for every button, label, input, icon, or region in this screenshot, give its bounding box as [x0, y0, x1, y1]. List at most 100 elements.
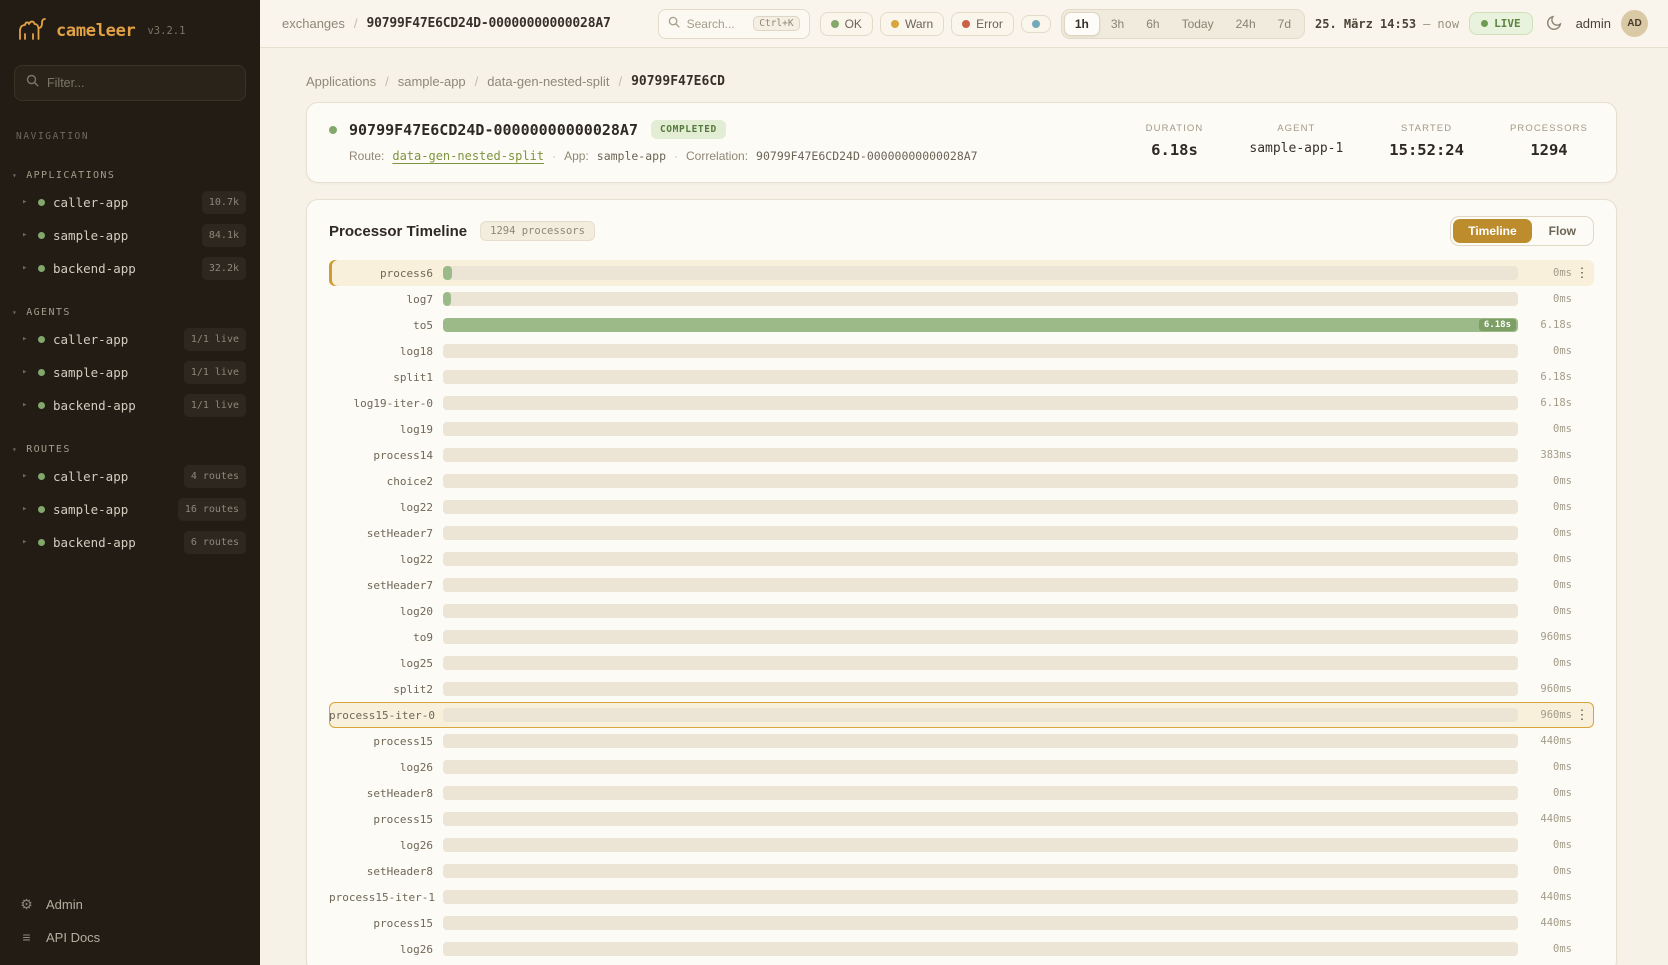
timeline-row-setheader8[interactable]: setHeader8 0ms ⋮	[329, 780, 1594, 806]
route-link[interactable]: data-gen-nested-split	[392, 149, 544, 163]
filter-chip-error[interactable]: Error	[951, 12, 1014, 36]
timeline-row-process15-iter-0[interactable]: process15-iter-0 960ms ⋮	[329, 702, 1594, 728]
main-column: exchanges / 90799F47E6CD24D-000000000000…	[260, 0, 1668, 965]
global-search-input[interactable]	[687, 17, 747, 31]
exchange-status-dot	[329, 126, 337, 134]
sidebar-item-label: caller-app	[53, 467, 128, 486]
processor-duration: 440ms	[1518, 891, 1572, 903]
sidebar-footer-api-docs[interactable]: ≡ API Docs	[16, 921, 244, 953]
timeline-row-split2[interactable]: split2 960ms ⋮	[329, 676, 1594, 702]
sidebar-item-caller-app[interactable]: ▸ caller-app 10.7k	[0, 186, 260, 219]
sidebar-section-header[interactable]: ▾ APPLICATIONS	[0, 164, 260, 186]
timeline-row-log25[interactable]: log25 0ms ⋮	[329, 650, 1594, 676]
breadcrumb-applications[interactable]: Applications	[306, 74, 376, 89]
processor-duration: 0ms	[1518, 657, 1572, 669]
time-range-3h[interactable]: 3h	[1100, 12, 1135, 36]
filter-chip-ok[interactable]: OK	[820, 12, 873, 36]
processor-name: process15-iter-0	[329, 709, 443, 722]
view-flow[interactable]: Flow	[1534, 219, 1591, 243]
search-shortcut: Ctrl+K	[753, 16, 799, 31]
stat-label: PROCESSORS	[1510, 123, 1588, 134]
time-range-7d[interactable]: 7d	[1267, 12, 1302, 36]
sidebar-item-label: sample-app	[53, 226, 128, 245]
timeline-row-log22[interactable]: log22 0ms ⋮	[329, 494, 1594, 520]
sidebar-item-label: backend-app	[53, 259, 136, 278]
timeline-row-to9[interactable]: to9 960ms ⋮	[329, 624, 1594, 650]
timeline-row-process15-iter-1[interactable]: process15-iter-1 440ms ⋮	[329, 884, 1594, 910]
sidebar-section-header[interactable]: ▾ ROUTES	[0, 438, 260, 460]
breadcrumb-sample-app[interactable]: sample-app	[398, 74, 466, 89]
theme-toggle[interactable]	[1543, 11, 1566, 37]
sidebar-filter-input[interactable]	[47, 76, 234, 90]
sidebar-item-sample-app[interactable]: ▸ sample-app 16 routes	[0, 493, 260, 526]
sidebar-item-backend-app[interactable]: ▸ backend-app 6 routes	[0, 526, 260, 559]
status-filters: OK Warn Error	[820, 12, 1051, 36]
exchange-summary-card: 90799F47E6CD24D-00000000000028A7 COMPLET…	[306, 102, 1617, 183]
stat-label: STARTED	[1389, 123, 1464, 134]
sidebar-item-badge: 6 routes	[184, 531, 246, 554]
timeline-row-log22[interactable]: log22 0ms ⋮	[329, 546, 1594, 572]
filter-chip-dot[interactable]	[1021, 15, 1051, 33]
sidebar-item-backend-app[interactable]: ▸ backend-app 32.2k	[0, 252, 260, 285]
stat-started: STARTED15:52:24	[1389, 123, 1464, 159]
timeline-row-process15[interactable]: process15 440ms ⋮	[329, 806, 1594, 832]
timeline-row-process15[interactable]: process15 440ms ⋮	[329, 910, 1594, 936]
sidebar-item-sample-app[interactable]: ▸ sample-app 1/1 live	[0, 356, 260, 389]
avatar[interactable]: AD	[1621, 10, 1648, 37]
timeline-row-setheader7[interactable]: setHeader7 0ms ⋮	[329, 572, 1594, 598]
sidebar-filter[interactable]	[14, 65, 246, 101]
timeline-track	[443, 448, 1518, 462]
processor-duration: 0ms	[1518, 605, 1572, 617]
moon-icon	[1546, 14, 1563, 34]
timeline-row-log26[interactable]: log26 0ms ⋮	[329, 754, 1594, 780]
global-search[interactable]: Ctrl+K	[658, 9, 810, 39]
timeline-row-setheader7[interactable]: setHeader7 0ms ⋮	[329, 520, 1594, 546]
exchange-id: 90799F47E6CD24D-00000000000028A7	[349, 121, 638, 139]
time-range-today[interactable]: Today	[1171, 12, 1225, 36]
time-range-6h[interactable]: 6h	[1135, 12, 1170, 36]
app-logo[interactable]: cameleer v3.2.1	[0, 0, 260, 59]
timeline-row-log19-iter-0[interactable]: log19-iter-0 6.18s ⋮	[329, 390, 1594, 416]
sidebar-item-badge: 84.1k	[202, 224, 246, 247]
timeline-row-split1[interactable]: split1 6.18s ⋮	[329, 364, 1594, 390]
processor-duration: 0ms	[1518, 423, 1572, 435]
timeline-row-log26[interactable]: log26 0ms ⋮	[329, 832, 1594, 858]
row-menu-icon[interactable]: ⋮	[1572, 265, 1592, 281]
sidebar-item-caller-app[interactable]: ▸ caller-app 1/1 live	[0, 323, 260, 356]
processor-duration: 0ms	[1518, 579, 1572, 591]
timeline-track	[443, 370, 1518, 384]
row-menu-icon[interactable]: ⋮	[1572, 707, 1592, 723]
timeline-row-choice2[interactable]: choice2 0ms ⋮	[329, 468, 1594, 494]
sidebar-item-backend-app[interactable]: ▸ backend-app 1/1 live	[0, 389, 260, 422]
timeline-row-log20[interactable]: log20 0ms ⋮	[329, 598, 1594, 624]
timeline-row-to5[interactable]: to5 6.18s 6.18s ⋮	[329, 312, 1594, 338]
timeline-row-process6[interactable]: process6 0ms ⋮	[329, 260, 1594, 286]
timeline-row-process14[interactable]: process14 383ms ⋮	[329, 442, 1594, 468]
processor-name: process15	[329, 813, 443, 826]
processor-duration: 6.18s	[1518, 397, 1572, 409]
sidebar-footer-admin[interactable]: ⚙ Admin	[16, 888, 244, 921]
timeline-track	[443, 734, 1518, 748]
timeline-row-log19[interactable]: log19 0ms ⋮	[329, 416, 1594, 442]
view-timeline[interactable]: Timeline	[1453, 219, 1531, 243]
filter-chip-warn[interactable]: Warn	[880, 12, 944, 36]
timeline-row-log26[interactable]: log26 0ms ⋮	[329, 936, 1594, 962]
sidebar-item-sample-app[interactable]: ▸ sample-app 84.1k	[0, 219, 260, 252]
live-toggle[interactable]: LIVE	[1469, 12, 1533, 35]
timeline-row-log18[interactable]: log18 0ms ⋮	[329, 338, 1594, 364]
time-range-1h[interactable]: 1h	[1064, 12, 1100, 36]
time-range-24h[interactable]: 24h	[1225, 12, 1267, 36]
status-dot	[38, 473, 45, 480]
timeline-row-setheader8[interactable]: setHeader8 0ms ⋮	[329, 858, 1594, 884]
processor-name: setHeader8	[329, 865, 443, 878]
processor-name: log26	[329, 839, 443, 852]
breadcrumb-exchanges[interactable]: exchanges	[282, 16, 345, 31]
processor-name: process15	[329, 917, 443, 930]
sidebar-section-header[interactable]: ▾ AGENTS	[0, 301, 260, 323]
breadcrumb-data-gen-nested-split[interactable]: data-gen-nested-split	[487, 74, 609, 89]
date-range[interactable]: 25. März 14:53 — now	[1315, 17, 1459, 31]
meta-separator: ·	[552, 149, 556, 163]
timeline-row-process15[interactable]: process15 440ms ⋮	[329, 728, 1594, 754]
sidebar-item-caller-app[interactable]: ▸ caller-app 4 routes	[0, 460, 260, 493]
timeline-row-log7[interactable]: log7 0ms ⋮	[329, 286, 1594, 312]
